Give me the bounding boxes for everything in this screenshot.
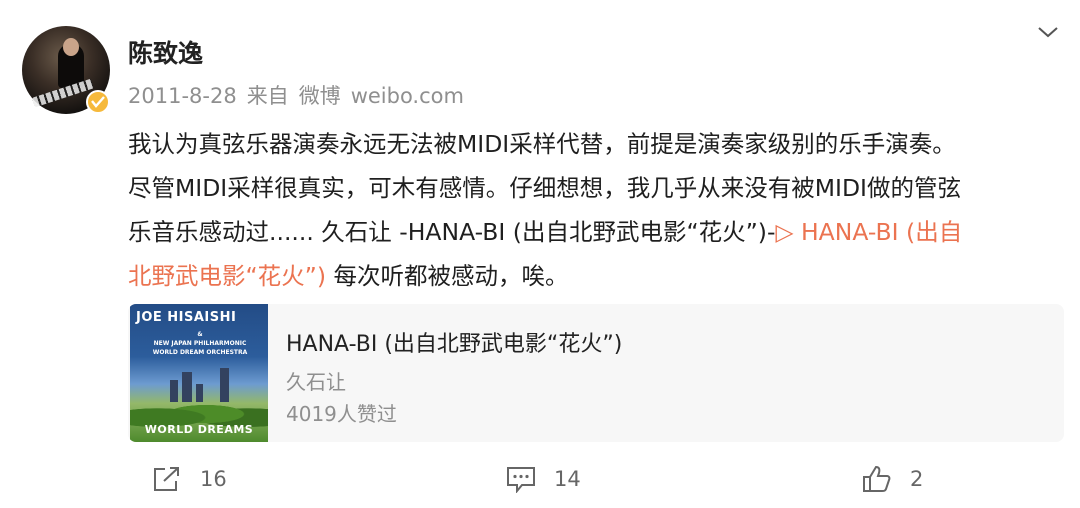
post-date[interactable]: 2011-8-28 [128,84,237,108]
cover-artist: JOE HISAISHI [136,310,237,325]
cover-text: WORLD DREAM ORCHESTRA [152,349,248,356]
post-text-segment: 每次听都被感动，唉。 [326,262,569,290]
post-text-line: 尽管MIDI采样很真实，可木有感情。仔细想想，我几乎从来没有被MIDI做的管弦 [128,174,961,202]
cover-subtitle: & NEW JAPAN PHILHARMONIC WORLD DREAM ORC… [138,330,262,357]
music-likes: 4019人赞过 [286,402,397,426]
chevron-down-icon[interactable] [1036,20,1060,44]
source-prefix: 来自 [246,84,289,108]
comment-count: 14 [554,467,581,491]
avatar-face [63,38,79,56]
post-text-line: 北野武电影“花火”) 每次听都被感动，唉。 [128,254,1063,298]
comment-icon [507,467,535,493]
share-icon [154,467,179,491]
repost-count: 16 [200,467,227,491]
music-link-cont[interactable]: 北野武电影“花火”) [128,262,326,290]
post-meta: 2011-8-28 来自 微博 weibo.com [128,80,474,110]
post-text-segment: 乐音乐感动过...... 久石让 -HANA-BI (出自北野武电影“花火”)- [128,218,776,246]
cover-album-title: WORLD DREAMS [144,423,254,436]
author-name[interactable]: 陈致逸 [128,34,203,70]
post-text: 我认为真弦乐器演奏永远无法被MIDI采样代替，前提是演奏家级别的乐手演奏。 尽管… [128,122,1063,298]
source-app[interactable]: 微博 [299,84,341,108]
music-card[interactable]: JOE HISAISHI & NEW JAPAN PHILHARMONIC WO… [128,304,1064,442]
repost-button[interactable]: 16 [152,462,227,496]
music-link[interactable]: ▷ HANA-BI (出自 [775,218,962,246]
source-site[interactable]: weibo.com [351,84,464,108]
cover-text: NEW JAPAN PHILHARMONIC [153,340,247,347]
music-artist: 久石让 [286,370,346,394]
like-button[interactable]: 2 [862,462,923,496]
verified-badge-icon [86,90,110,114]
like-count: 2 [910,467,924,491]
album-cover: JOE HISAISHI & NEW JAPAN PHILHARMONIC WO… [130,304,268,442]
post-text-line: 我认为真弦乐器演奏永远无法被MIDI采样代替，前提是演奏家级别的乐手演奏。 [128,130,956,158]
comment-button[interactable]: 14 [506,462,581,496]
cover-text: & [197,331,203,338]
music-title[interactable]: HANA-BI (出自北野武电影“花火”) [286,326,622,358]
thumbs-up-icon [863,465,891,492]
post-text-line: 乐音乐感动过...... 久石让 -HANA-BI (出自北野武电影“花火”)-… [128,210,1063,254]
